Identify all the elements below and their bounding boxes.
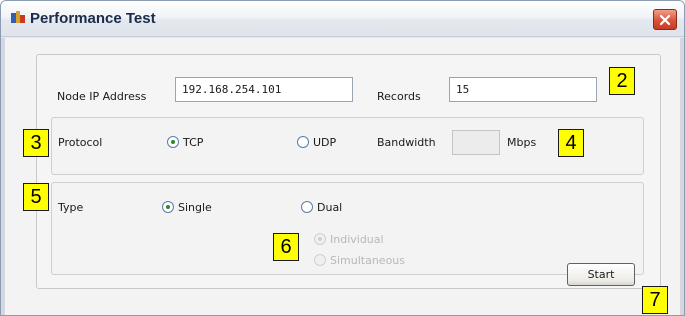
dual-radio[interactable] <box>301 201 313 213</box>
node-ip-input[interactable]: 192.168.254.101 <box>175 77 353 102</box>
single-label[interactable]: Single <box>178 201 212 214</box>
bandwidth-input[interactable] <box>452 130 500 155</box>
dialog-body: Node IP Address 192.168.254.101 Records … <box>1 38 684 315</box>
performance-test-window: Performance Test Node IP Address 192.168… <box>0 0 685 316</box>
window-title: Performance Test <box>30 10 156 27</box>
type-group: Type Single Dual Individual Simultaneous <box>51 182 644 275</box>
close-icon <box>659 14 671 25</box>
tcp-label[interactable]: TCP <box>183 136 203 149</box>
annotation-7: 7 <box>642 286 668 314</box>
protocol-label: Protocol <box>58 136 103 149</box>
node-ip-label: Node IP Address <box>57 90 147 103</box>
annotation-4: 4 <box>558 129 584 157</box>
annotation-5: 5 <box>23 183 49 211</box>
type-label: Type <box>58 201 84 214</box>
mbps-label: Mbps <box>507 136 537 149</box>
close-button[interactable] <box>653 9 677 30</box>
udp-label[interactable]: UDP <box>313 136 336 149</box>
tcp-radio[interactable] <box>167 136 179 148</box>
start-button[interactable]: Start <box>567 263 635 286</box>
single-radio[interactable] <box>162 201 174 213</box>
simultaneous-label[interactable]: Simultaneous <box>330 254 405 267</box>
records-label: Records <box>377 90 421 103</box>
window-border-right <box>680 38 684 315</box>
annotation-2: 2 <box>609 67 635 95</box>
settings-panel: Node IP Address 192.168.254.101 Records … <box>36 54 661 289</box>
protocol-group: Protocol TCP UDP Bandwidth Mbps <box>51 117 644 175</box>
udp-radio[interactable] <box>297 136 309 148</box>
simultaneous-radio[interactable] <box>314 254 326 266</box>
individual-label[interactable]: Individual <box>330 233 384 246</box>
dual-label[interactable]: Dual <box>317 201 342 214</box>
bandwidth-label: Bandwidth <box>377 136 436 149</box>
title-bar[interactable]: Performance Test <box>1 1 684 37</box>
window-border-left <box>1 38 5 315</box>
individual-radio[interactable] <box>314 233 326 245</box>
records-input[interactable]: 15 <box>449 77 597 102</box>
annotation-6: 6 <box>273 233 299 261</box>
annotation-3: 3 <box>23 129 49 157</box>
app-icon <box>11 11 25 23</box>
